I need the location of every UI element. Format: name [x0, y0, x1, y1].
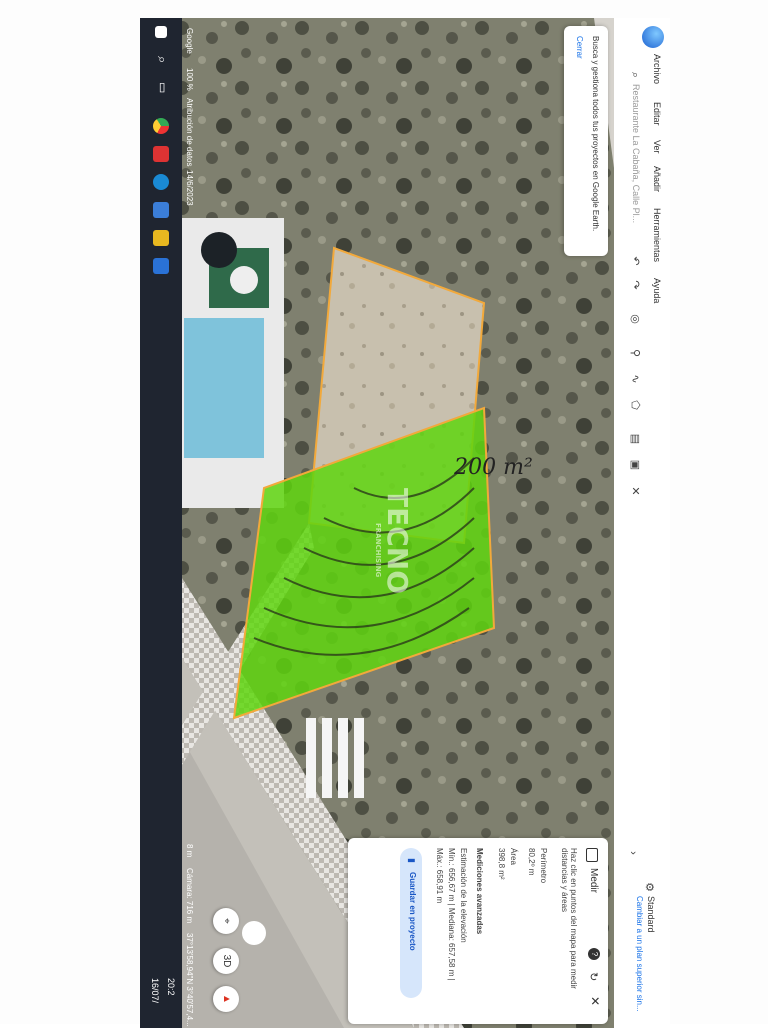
rotated-screen: Archivo Editar Ver Añadir Herramientas A… — [140, 18, 670, 1028]
advanced-measurements[interactable]: Mediciones avanzadas — [475, 848, 484, 934]
clock-date: 16/07/ — [150, 978, 160, 1004]
store-icon[interactable] — [153, 202, 169, 218]
earth-logo-icon[interactable] — [642, 26, 664, 48]
photos-icon[interactable] — [153, 230, 169, 246]
measure-icon — [586, 848, 598, 862]
app-red-icon[interactable] — [153, 146, 169, 162]
watermark-subtext: FRANCHISING — [374, 523, 382, 578]
tooltip-card: Busca y gestiona todos tus proyectos en … — [564, 26, 608, 256]
elevation-values: Mín.: 656,67 m | Mediana: 657,58 m | — [447, 848, 456, 981]
measure-instructions: Haz clic en puntos del mapa para medir d… — [560, 848, 578, 989]
status-attribution[interactable]: Atribución de datos — [185, 98, 194, 167]
handwritten-note: 200 m² — [454, 454, 533, 480]
close-icon[interactable]: ✕ — [588, 996, 602, 1006]
measure-panel: Medir ? ↻ ✕ Haz clic en puntos del mapa … — [348, 838, 608, 1024]
outlook-icon[interactable] — [153, 258, 169, 274]
clock-time: 20:2 — [166, 978, 176, 996]
redo-icon[interactable]: ↷ — [628, 278, 642, 292]
search-input[interactable]: Restaurante La Cabaña, Calle Pl... — [631, 84, 641, 223]
scanned-page: Archivo Editar Ver Añadir Herramientas A… — [0, 0, 768, 1028]
ruler-icon[interactable]: ✕ — [628, 484, 642, 498]
status-date: 14/6/2023 — [185, 170, 194, 206]
measure-title: Medir — [588, 868, 599, 894]
bookmark-icon: ▮ — [407, 858, 417, 863]
path-icon[interactable]: ∿ — [628, 372, 642, 386]
menu-ayuda[interactable]: Ayuda — [652, 278, 662, 303]
layers-icon[interactable]: ▤ — [628, 432, 642, 446]
elevation-label: Estimación de la elevación — [459, 848, 468, 943]
menu-editar[interactable]: Editar — [652, 102, 662, 126]
menu-ver[interactable]: Ver — [652, 140, 662, 154]
compass-icon[interactable]: ⌖ — [213, 908, 239, 934]
project-icon[interactable]: ◎ — [628, 312, 642, 326]
save-project-label: Guardar en proyecto — [408, 872, 417, 951]
undo-icon[interactable]: ↶ — [628, 254, 642, 268]
polygon-icon[interactable]: ⬠ — [628, 398, 642, 412]
app-menubar: Archivo Editar Ver Añadir Herramientas A… — [614, 18, 670, 1028]
area-value: 398,8 m² — [497, 848, 506, 880]
perimeter-value: 80,2º m — [527, 848, 536, 876]
north-arrow-icon[interactable]: ▲ — [213, 986, 239, 1012]
tooltip-text: Busca y gestiona todos tus proyectos en … — [591, 36, 600, 232]
watermark-text: TECNO — [381, 488, 414, 595]
search-icon[interactable]: ⌕ — [628, 68, 642, 82]
reset-icon[interactable]: ↻ — [587, 972, 600, 981]
task-view-icon[interactable]: ▭ — [156, 82, 170, 93]
perimeter-label: Perímetro — [539, 848, 548, 884]
edge-icon[interactable] — [153, 174, 169, 190]
status-zoom: 100 % — [185, 68, 194, 91]
status-camera: Cámara: 716 m — [185, 868, 194, 924]
view-3d-button[interactable]: 3D — [213, 948, 239, 974]
gear-icon[interactable]: ⚙ — [642, 880, 656, 894]
windows-start-icon[interactable] — [155, 26, 167, 38]
taskbar: ⌕ ▭ 20:2 16/07/ — [140, 18, 182, 1028]
menu-anadir[interactable]: Añadir — [652, 166, 662, 192]
image-icon[interactable]: ▣ — [628, 458, 642, 472]
search-taskbar-icon[interactable]: ⌕ — [154, 56, 170, 63]
status-coords: 37°13'58,94"N 3°40'57,4... — [185, 933, 194, 1027]
elevation-max: Máx.: 658,91 m — [435, 848, 444, 904]
plan-title: Standard — [646, 896, 656, 933]
satellite-map[interactable]: 200 m² TECNO FRANCHISING Busca y gestion… — [182, 18, 614, 1028]
save-project-button[interactable]: ▮ Guardar en proyecto — [400, 848, 422, 998]
area-label: Área — [509, 848, 518, 865]
chrome-icon[interactable] — [153, 118, 169, 134]
menu-herramientas[interactable]: Herramientas — [652, 208, 662, 262]
tooltip-close-link[interactable]: Cerrar — [575, 36, 584, 59]
menu-archivo[interactable]: Archivo — [652, 54, 662, 84]
help-icon[interactable]: ? — [588, 948, 600, 960]
chevron-icon[interactable]: › — [626, 846, 640, 860]
screenshot: Archivo Editar Ver Añadir Herramientas A… — [140, 18, 670, 1028]
status-scale: 8 m — [185, 844, 194, 858]
plan-upgrade-link[interactable]: Cambiar a un plan superior sin... — [635, 896, 644, 1012]
status-google: Google — [185, 28, 194, 54]
placemark-icon[interactable]: ⚲ — [628, 346, 642, 360]
